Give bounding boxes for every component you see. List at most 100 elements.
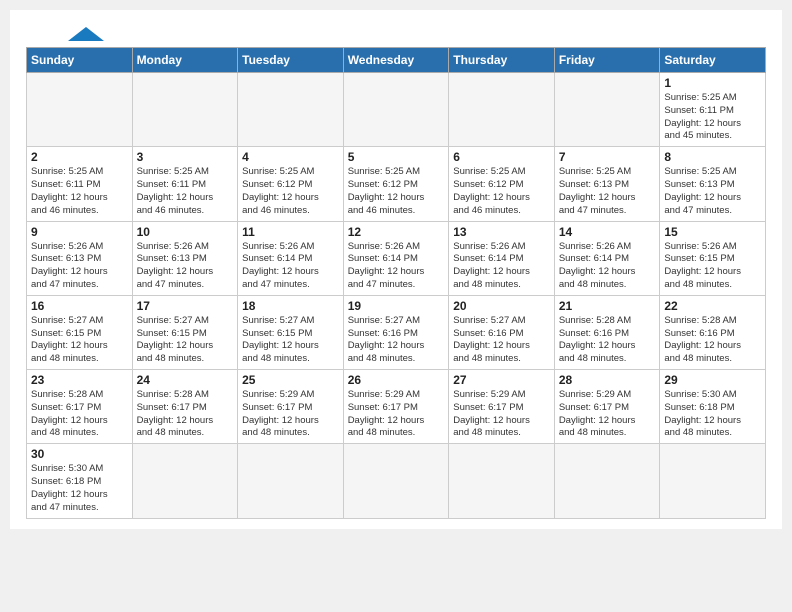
day-cell [27, 73, 133, 147]
day-cell: 8Sunrise: 5:25 AM Sunset: 6:13 PM Daylig… [660, 147, 766, 221]
day-cell [238, 73, 344, 147]
day-info: Sunrise: 5:25 AM Sunset: 6:12 PM Dayligh… [242, 166, 339, 217]
week-row-1: 2 Sunrise: 5:25 AM Sunset: 6:11 PM Daylig… [27, 147, 766, 221]
day-cell [343, 444, 449, 518]
day-info: Sunrise: 5:25 AM Sunset: 6:13 PM Dayligh… [559, 166, 656, 217]
day-info: Sunrise: 5:27 AM Sunset: 6:15 PM Dayligh… [31, 315, 128, 366]
day-cell: 27 Sunrise: 5:29 AM Sunset: 6:17 PM Dayli… [449, 370, 555, 444]
day-number: 24 [137, 373, 234, 387]
day-cell: 13Sunrise: 5:26 AM Sunset: 6:14 PM Dayli… [449, 221, 555, 295]
header [26, 26, 766, 41]
day-cell: 26 Sunrise: 5:29 AM Sunset: 6:17 PM Dayli… [343, 370, 449, 444]
day-info: Sunrise: 5:27 AM Sunset: 6:15 PM Dayligh… [137, 315, 234, 366]
week-row-2: 9 Sunrise: 5:26 AM Sunset: 6:13 PM Daylig… [27, 221, 766, 295]
day-number: 20 [453, 299, 550, 313]
day-info: Sunrise: 5:25 AM Sunset: 6:11 PM Dayligh… [31, 166, 128, 217]
day-number: 18 [242, 299, 339, 313]
day-cell [554, 444, 660, 518]
day-cell: 18 Sunrise: 5:27 AM Sunset: 6:15 PM Dayli… [238, 295, 344, 369]
day-cell [132, 73, 238, 147]
day-number: 10 [137, 225, 234, 239]
header-cell-wednesday: Wednesday [343, 48, 449, 73]
day-info: Sunrise: 5:30 AM Sunset: 6:18 PM Dayligh… [31, 463, 128, 514]
week-row-3: 16 Sunrise: 5:27 AM Sunset: 6:15 PM Dayli… [27, 295, 766, 369]
day-info: Sunrise: 5:28 AM Sunset: 6:16 PM Dayligh… [559, 315, 656, 366]
header-cell-tuesday: Tuesday [238, 48, 344, 73]
day-info: Sunrise: 5:26 AM Sunset: 6:14 PM Dayligh… [348, 241, 445, 292]
header-cell-saturday: Saturday [660, 48, 766, 73]
day-cell: 24 Sunrise: 5:28 AM Sunset: 6:17 PM Dayli… [132, 370, 238, 444]
week-row-0: 1 Sunrise: 5:25 AM Sunset: 6:11 PM Daylig… [27, 73, 766, 147]
day-cell: 23 Sunrise: 5:28 AM Sunset: 6:17 PM Dayli… [27, 370, 133, 444]
day-info: Sunrise: 5:25 AM Sunset: 6:12 PM Dayligh… [453, 166, 550, 217]
day-info: Sunrise: 5:29 AM Sunset: 6:17 PM Dayligh… [348, 389, 445, 440]
day-cell: 20 Sunrise: 5:27 AM Sunset: 6:16 PM Dayli… [449, 295, 555, 369]
day-cell [449, 73, 555, 147]
day-cell [660, 444, 766, 518]
header-cell-sunday: Sunday [27, 48, 133, 73]
day-number: 26 [348, 373, 445, 387]
day-cell [238, 444, 344, 518]
day-info: Sunrise: 5:26 AM Sunset: 6:15 PM Dayligh… [664, 241, 761, 292]
day-cell [132, 444, 238, 518]
day-cell [449, 444, 555, 518]
calendar-table: SundayMondayTuesdayWednesdayThursdayFrid… [26, 47, 766, 519]
day-number: 5 [348, 150, 445, 164]
day-info: Sunrise: 5:27 AM Sunset: 6:16 PM Dayligh… [348, 315, 445, 366]
day-number: 7 [559, 150, 656, 164]
day-info: Sunrise: 5:26 AM Sunset: 6:13 PM Dayligh… [31, 241, 128, 292]
day-cell: 2 Sunrise: 5:25 AM Sunset: 6:11 PM Daylig… [27, 147, 133, 221]
day-cell: 19 Sunrise: 5:27 AM Sunset: 6:16 PM Dayli… [343, 295, 449, 369]
day-number: 12 [348, 225, 445, 239]
day-cell: 15 Sunrise: 5:26 AM Sunset: 6:15 PM Dayli… [660, 221, 766, 295]
header-cell-thursday: Thursday [449, 48, 555, 73]
day-number: 21 [559, 299, 656, 313]
day-info: Sunrise: 5:26 AM Sunset: 6:14 PM Dayligh… [242, 241, 339, 292]
day-info: Sunrise: 5:29 AM Sunset: 6:17 PM Dayligh… [242, 389, 339, 440]
day-info: Sunrise: 5:27 AM Sunset: 6:16 PM Dayligh… [453, 315, 550, 366]
day-number: 23 [31, 373, 128, 387]
day-number: 16 [31, 299, 128, 313]
day-info: Sunrise: 5:25 AM Sunset: 6:12 PM Dayligh… [348, 166, 445, 217]
day-number: 15 [664, 225, 761, 239]
header-cell-monday: Monday [132, 48, 238, 73]
day-cell [343, 73, 449, 147]
day-cell: 6Sunrise: 5:25 AM Sunset: 6:12 PM Daylig… [449, 147, 555, 221]
day-cell: 14 Sunrise: 5:26 AM Sunset: 6:14 PM Dayli… [554, 221, 660, 295]
day-cell: 17Sunrise: 5:27 AM Sunset: 6:15 PM Dayli… [132, 295, 238, 369]
day-info: Sunrise: 5:26 AM Sunset: 6:14 PM Dayligh… [453, 241, 550, 292]
day-info: Sunrise: 5:29 AM Sunset: 6:17 PM Dayligh… [559, 389, 656, 440]
day-number: 14 [559, 225, 656, 239]
day-cell: 29Sunrise: 5:30 AM Sunset: 6:18 PM Dayli… [660, 370, 766, 444]
week-row-5: 30Sunrise: 5:30 AM Sunset: 6:18 PM Dayli… [27, 444, 766, 518]
day-number: 8 [664, 150, 761, 164]
day-cell: 12 Sunrise: 5:26 AM Sunset: 6:14 PM Dayli… [343, 221, 449, 295]
day-info: Sunrise: 5:29 AM Sunset: 6:17 PM Dayligh… [453, 389, 550, 440]
day-number: 27 [453, 373, 550, 387]
day-info: Sunrise: 5:25 AM Sunset: 6:11 PM Dayligh… [137, 166, 234, 217]
day-cell: 21 Sunrise: 5:28 AM Sunset: 6:16 PM Dayli… [554, 295, 660, 369]
day-info: Sunrise: 5:26 AM Sunset: 6:14 PM Dayligh… [559, 241, 656, 292]
day-number: 19 [348, 299, 445, 313]
day-number: 1 [664, 76, 761, 90]
day-cell: 22Sunrise: 5:28 AM Sunset: 6:16 PM Dayli… [660, 295, 766, 369]
logo-icon [68, 27, 104, 41]
day-number: 2 [31, 150, 128, 164]
logo [26, 26, 104, 41]
day-cell: 11Sunrise: 5:26 AM Sunset: 6:14 PM Dayli… [238, 221, 344, 295]
day-info: Sunrise: 5:28 AM Sunset: 6:17 PM Dayligh… [31, 389, 128, 440]
day-cell: 5 Sunrise: 5:25 AM Sunset: 6:12 PM Daylig… [343, 147, 449, 221]
day-info: Sunrise: 5:26 AM Sunset: 6:13 PM Dayligh… [137, 241, 234, 292]
day-cell: 28Sunrise: 5:29 AM Sunset: 6:17 PM Dayli… [554, 370, 660, 444]
day-number: 9 [31, 225, 128, 239]
day-info: Sunrise: 5:25 AM Sunset: 6:11 PM Dayligh… [664, 92, 761, 143]
day-cell: 3 Sunrise: 5:25 AM Sunset: 6:11 PM Daylig… [132, 147, 238, 221]
day-info: Sunrise: 5:27 AM Sunset: 6:15 PM Dayligh… [242, 315, 339, 366]
day-cell: 9 Sunrise: 5:26 AM Sunset: 6:13 PM Daylig… [27, 221, 133, 295]
week-row-4: 23 Sunrise: 5:28 AM Sunset: 6:17 PM Dayli… [27, 370, 766, 444]
day-cell: 16 Sunrise: 5:27 AM Sunset: 6:15 PM Dayli… [27, 295, 133, 369]
day-number: 3 [137, 150, 234, 164]
header-row: SundayMondayTuesdayWednesdayThursdayFrid… [27, 48, 766, 73]
header-cell-friday: Friday [554, 48, 660, 73]
day-info: Sunrise: 5:28 AM Sunset: 6:17 PM Dayligh… [137, 389, 234, 440]
